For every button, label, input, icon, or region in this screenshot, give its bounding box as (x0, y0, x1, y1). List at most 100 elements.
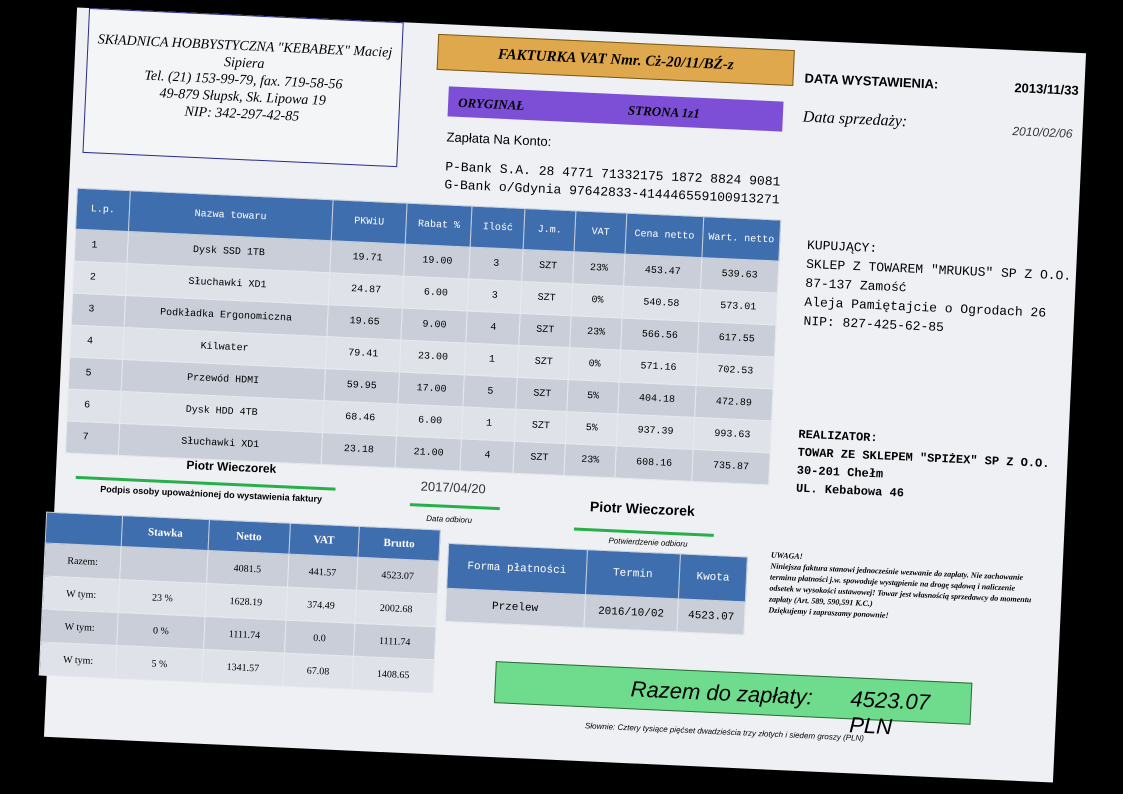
item-cell: 5% (566, 379, 620, 414)
item-cell: 539.63 (700, 257, 779, 294)
item-cell: 937.39 (616, 413, 695, 450)
payment-cell: 2016/10/02 (583, 594, 679, 632)
item-cell: 24.87 (327, 272, 405, 309)
summary-cell: 23 % (118, 579, 207, 617)
item-cell: 6.00 (402, 276, 470, 311)
summary-cell: W tym: (42, 576, 121, 613)
summary-cell: 5 % (115, 645, 204, 683)
total-value: 4523.07 PLN (848, 686, 931, 740)
item-cell: 0% (568, 347, 621, 382)
item-cell: 3 (71, 293, 126, 328)
summary-cell (120, 546, 208, 584)
signer-name: Piotr Wieczorek (186, 457, 277, 476)
item-cell: 68.46 (322, 400, 399, 436)
item-cell: SZT (519, 313, 572, 348)
summary-cell: 67.08 (282, 653, 354, 690)
issue-date-label: DATA WYSTAWIENIA: (804, 70, 939, 92)
summary-header-cell: Netto (207, 519, 290, 555)
invoice-title: FAKTURKA VAT Nmr. Cż-20/11/BŹ-z (436, 33, 795, 87)
item-cell: 540.58 (622, 286, 701, 322)
item-cell: 23.00 (399, 340, 467, 375)
original-banner: ORYGINAŁ STRONA 1z1 (447, 86, 784, 132)
item-cell: 735.87 (691, 449, 771, 485)
payment-cell: Przelew (445, 588, 585, 628)
item-cell: 9.00 (401, 308, 468, 343)
item-cell: 19.71 (329, 240, 406, 277)
item-cell: 2 (72, 261, 127, 296)
items-header-cell: Rabat % (405, 203, 473, 248)
item-cell: 79.41 (325, 336, 402, 372)
item-cell: 4 (466, 310, 521, 346)
item-cell: 21.00 (395, 435, 462, 471)
summary-cell: 1628.19 (204, 583, 288, 621)
item-cell: 0% (571, 283, 624, 319)
item-cell: 5 (68, 356, 123, 392)
buyer-block: KUPUJĄCY: SKLEP Z TOWAREM "MRUKUS" SP Z … (803, 236, 1077, 343)
payment-account-label: Zapłata Na Konto: (446, 129, 552, 150)
receiver-line (573, 527, 714, 537)
summary-header-cell: VAT (288, 523, 360, 558)
summary-header-cell (45, 512, 124, 547)
payment-header-cell: Termin (584, 549, 681, 599)
sale-date-label: Data sprzedaży: (802, 108, 908, 131)
item-cell: 23% (564, 443, 617, 478)
item-cell: 4 (460, 438, 515, 474)
item-cell: 993.63 (693, 417, 772, 453)
items-header-cell: L.p. (75, 188, 131, 232)
receipt-date: 2017/04/20 (420, 478, 487, 497)
item-cell: 1 (464, 342, 520, 378)
item-cell: SZT (517, 345, 570, 380)
item-cell: 23% (572, 251, 626, 287)
item-cell: 404.18 (617, 381, 697, 418)
items-header-cell: Wart. netto (701, 216, 781, 262)
summary-cell: Razem: (43, 543, 122, 580)
total-box: Razem do zapłaty: 4523.07 PLN (493, 661, 973, 739)
item-cell: 617.55 (697, 321, 776, 357)
payment-cell: 4523.07 (677, 598, 746, 635)
receipt-date-caption: Data odbioru (426, 513, 473, 525)
receipt-date-line (409, 503, 500, 511)
item-cell: 59.95 (323, 368, 400, 404)
summary-cell: W tym: (40, 609, 119, 646)
payment-header-cell: Kwota (678, 553, 748, 602)
invoice-sheet: SKłADNICA HOBBYSTYCZNA "KEBABEX" Maciej … (39, 7, 1087, 783)
receiver-caption: Potwierdzenie odbioru (608, 536, 688, 549)
summary-cell: 1111.74 (353, 623, 436, 660)
summary-cell: 4081.5 (206, 550, 289, 588)
receiver-name: Piotr Wieczorek (589, 498, 696, 519)
summary-cell: 0.0 (284, 620, 355, 657)
item-cell: 571.16 (619, 349, 698, 386)
summary-cell: 1111.74 (203, 616, 286, 654)
summary-cell: 1341.57 (201, 649, 285, 686)
item-cell: SZT (521, 249, 575, 284)
item-cell: 573.01 (698, 289, 778, 325)
summary-cell: 4523.07 (356, 557, 439, 594)
vat-summary-table: Stawka Netto VAT Brutto Razem: 4081.5 441.57 4… (39, 512, 441, 694)
item-cell: 3 (469, 247, 524, 282)
item-cell: 19.00 (404, 244, 471, 280)
realizer-block: REALIZATOR: TOWAR ZE SKLEPEM "SPIŻEX" SP… (796, 426, 1069, 510)
item-cell: 7 (65, 420, 120, 456)
total-label: Razem do zapłaty: (630, 676, 814, 710)
original-label: ORYGINAŁ (457, 94, 525, 113)
item-cell: 472.89 (694, 385, 773, 421)
page-label: STRONA 1z1 (627, 102, 701, 121)
items-header-cell: PKWiU (330, 199, 408, 245)
summary-header-cell: Brutto (357, 526, 441, 561)
item-cell: 23.18 (320, 432, 397, 468)
sale-date: 2010/02/06 (1012, 124, 1073, 141)
summary-cell: 2002.68 (354, 590, 438, 627)
payment-header-cell: Forma płatności (446, 543, 588, 595)
item-cell: 5 (463, 374, 518, 410)
item-cell: 6.00 (396, 403, 464, 439)
items-table: L.p. Nazwa towaru PKWiU Rabat % Ilość J.m. VAT… (65, 188, 781, 486)
item-cell: 19.65 (326, 304, 403, 341)
item-cell: 17.00 (398, 371, 465, 407)
item-cell: SZT (516, 377, 569, 412)
summary-cell: W tym: (39, 641, 118, 679)
item-cell: 1 (461, 406, 517, 442)
item-cell: 702.53 (696, 353, 775, 389)
item-cell: 23% (569, 315, 623, 350)
items-header-cell: Ilość (470, 206, 526, 250)
summary-cell: 374.49 (285, 587, 357, 624)
